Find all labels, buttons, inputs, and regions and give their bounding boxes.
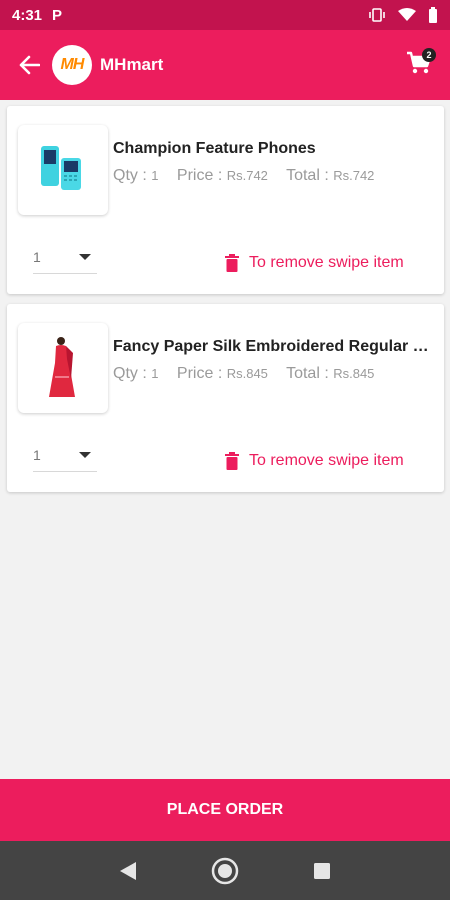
app-bar: MH MHmart 2 [0, 30, 450, 100]
cart-count-badge: 2 [422, 48, 436, 62]
price-value: Rs.742 [226, 168, 268, 183]
wifi-icon [398, 8, 416, 22]
price-label: Price : [176, 167, 223, 184]
trash-icon [225, 452, 239, 470]
product-image-saree [18, 323, 108, 413]
status-time: 4:31 [12, 6, 43, 24]
quantity-selected: 1 [33, 446, 41, 463]
status-bar: 4:31 P [0, 0, 450, 30]
total-value: Rs.845 [333, 366, 375, 381]
product-name: Champion Feature Phones [113, 140, 316, 157]
nav-recents-icon[interactable] [302, 851, 342, 891]
dropdown-arrow-icon [79, 253, 91, 260]
product-name: Fancy Paper Silk Embroidered Regular Sar… [113, 338, 435, 355]
price-value: Rs.845 [226, 366, 268, 381]
remove-hint-text: To remove swipe item [249, 254, 404, 271]
cart-button[interactable]: 2 [402, 48, 436, 82]
price-label: Price : [176, 365, 223, 382]
vibrate-icon [368, 8, 386, 22]
total-label: Total : [286, 167, 329, 184]
status-icons [368, 7, 438, 23]
battery-icon [428, 7, 438, 23]
place-order-button[interactable]: PLACE ORDER [0, 779, 450, 841]
nav-home-icon[interactable] [205, 851, 245, 891]
system-nav-bar [0, 841, 450, 900]
total-value: Rs.742 [333, 168, 375, 183]
remove-hint[interactable]: To remove swipe item [225, 452, 404, 470]
remove-hint-text: To remove swipe item [249, 452, 404, 469]
app-logo: MH [52, 45, 92, 85]
qty-value: 1 [151, 366, 159, 381]
trash-icon [225, 254, 239, 272]
app-logo-text: MH [60, 56, 85, 73]
product-meta: Qty : 1 Price : Rs.742 Total : Rs.742 [113, 167, 374, 185]
app-notification-icon: P [52, 6, 63, 24]
nav-back-icon[interactable] [108, 851, 148, 891]
product-meta: Qty : 1 Price : Rs.845 Total : Rs.845 [113, 365, 374, 383]
dropdown-arrow-icon [79, 451, 91, 458]
total-label: Total : [286, 365, 329, 382]
quantity-dropdown[interactable]: 1 [33, 240, 97, 274]
app-title: MHmart [100, 55, 164, 74]
cart-item-card[interactable]: Champion Feature Phones Qty : 1 Price : … [7, 106, 444, 294]
remove-hint[interactable]: To remove swipe item [225, 254, 404, 272]
cart-item-card[interactable]: Fancy Paper Silk Embroidered Regular Sar… [7, 304, 444, 492]
qty-label: Qty : [113, 365, 147, 382]
quantity-selected: 1 [33, 248, 41, 265]
qty-value: 1 [151, 168, 159, 183]
qty-label: Qty : [113, 167, 147, 184]
quantity-dropdown[interactable]: 1 [33, 438, 97, 472]
back-arrow-icon[interactable] [14, 50, 44, 80]
product-image-phone [18, 125, 108, 215]
